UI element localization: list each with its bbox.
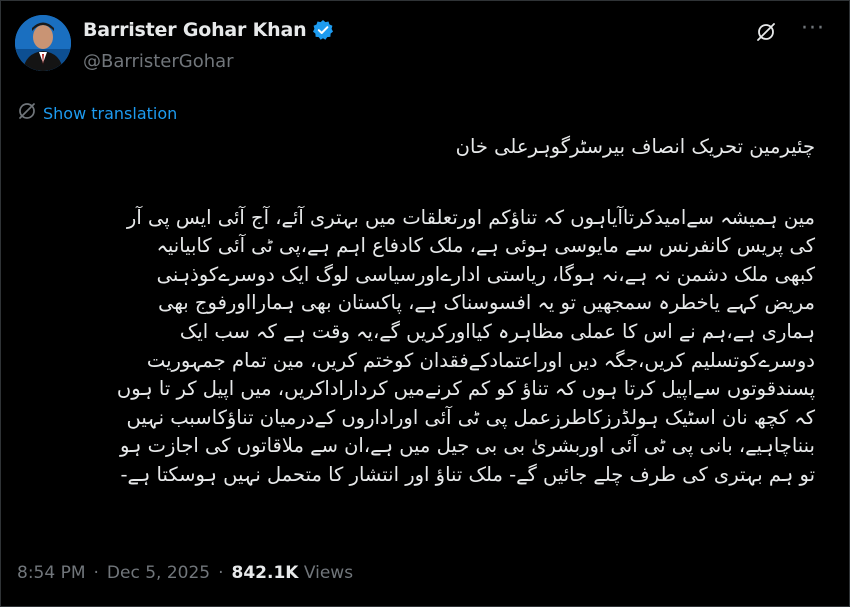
post-line: مین ہمیشہ سےامیدکرتاآیاہوں کہ تناؤکم اور… (126, 205, 815, 229)
translate-icon (17, 101, 37, 125)
views-label: Views (303, 563, 354, 583)
post-meta: 8:54 PM · Dec 5, 2025 · 842.1K Views (17, 563, 353, 583)
post-line: کی پریس کانفرنس سے مایوسی ہوئی ہے، ملک ک… (156, 234, 815, 258)
post-line: تو ہم بہتری کی طرف چلے جائیں گے- ملک تنا… (120, 462, 815, 486)
post-time[interactable]: 8:54 PM (17, 563, 86, 583)
post-line: دوسرےکوتسلیم کریں،جگہ دیں اوراعتمادکےفقد… (146, 348, 815, 372)
author-name-row: Barrister Gohar Khan (83, 19, 334, 41)
post-line: مریض کہے یاخطرہ سمجھیں تو یہ افسوسناک ہے… (158, 291, 815, 315)
post-actions-top: ··· (755, 18, 825, 47)
post-line: بنناچاہیے، بانی پی ٹی آئی اوربشریٰ بی بی… (119, 434, 815, 458)
meta-separator: · (218, 563, 224, 583)
post-line: کہ کچھ نان اسٹیک ہولڈرزکاطرزعمل پی ٹی آئ… (126, 405, 816, 429)
post-date[interactable]: Dec 5, 2025 (107, 563, 210, 583)
views-count[interactable]: 842.1K (232, 563, 299, 583)
post-line: ہماری ہے،ہم نے اس کا عملی مظاہرہ کیااورک… (179, 319, 815, 343)
show-translation-label[interactable]: Show translation (43, 104, 177, 123)
avatar[interactable] (15, 15, 71, 71)
post-line: پسندقوتوں سےاپیل کرتا ہوں کہ تناؤ کو کم … (116, 377, 815, 401)
post-heading: چئیرمین تحریک انصاف بیرسٹرگوہرعلی خان (455, 135, 815, 158)
verified-badge-icon[interactable] (312, 19, 334, 41)
meta-separator: · (93, 563, 99, 583)
post-card: Barrister Gohar Khan @BarristerGohar ···… (0, 0, 850, 607)
grok-icon[interactable] (755, 21, 777, 47)
post-text: چئیرمین تحریک انصاف بیرسٹرگوہرعلی خان می… (37, 129, 815, 490)
post-line: کبھی ملک دشمن نہ ہے،نہ ہوگا، ریاستی ادار… (156, 262, 815, 286)
show-translation-link[interactable]: Show translation (17, 101, 177, 125)
more-icon[interactable]: ··· (801, 18, 825, 40)
author-handle[interactable]: @BarristerGohar (83, 51, 234, 72)
author-display-name[interactable]: Barrister Gohar Khan (83, 19, 307, 41)
